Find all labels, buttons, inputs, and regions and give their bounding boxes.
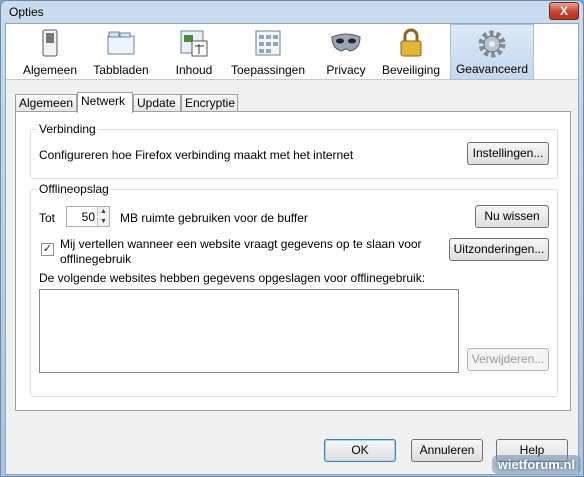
connection-group: Verbinding Configureren hoe Firefox verb… [30,122,558,179]
connection-legend: Verbinding [37,122,98,136]
mask-icon [331,33,361,52]
connection-settings-button[interactable]: Instellingen... [467,142,549,165]
cache-size-stepper[interactable]: 50 ▲ ▼ [66,206,110,227]
pane-toolbar: Algemeen Tabbladen Inhoud Toepassingen P… [6,24,578,80]
cache-prefix: Tot [39,211,56,225]
connection-description: Configureren hoe Firefox verbinding maak… [39,148,354,162]
pane-beveiliging[interactable]: Beveiliging [378,24,444,80]
offline-legend: Offlineopslag [37,182,111,196]
cache-size-value: 50 [81,210,95,224]
remove-button[interactable]: Verwijderen... [467,348,549,371]
pane-label: Privacy [326,63,366,77]
tab-encryptie[interactable]: Encryptie [181,94,238,112]
title-bar[interactable]: Opties X [1,1,583,23]
notify-label-line2: offlinegebruik [60,252,132,266]
options-window: Opties X Algemeen Tabbladen Inhoud Toepa… [0,0,584,477]
notify-offline-checkbox[interactable]: ✓ [41,243,54,256]
window-title: Opties [9,5,44,19]
pane-inhoud[interactable]: Inhoud [164,24,224,80]
offline-list-label: De volgende websites hebben gegevens opg… [39,271,426,285]
pane-label: Beveiliging [381,63,441,77]
pane-geavanceerd[interactable]: Geavanceerd [450,24,534,80]
pane-tabbladen[interactable]: Tabbladen [86,24,156,80]
netwerk-panel: Verbinding Configureren hoe Firefox verb… [15,111,571,411]
watermark-text: wietforum.nl [491,455,581,474]
lock-icon [400,28,422,57]
ok-button[interactable]: OK [324,439,396,462]
pane-label: Tabbladen [93,63,149,77]
clear-cache-button[interactable]: Nu wissen [475,205,549,228]
pane-label: Algemeen [22,63,78,77]
switch-icon [42,29,58,57]
tab-algemeen[interactable]: Algemeen [15,94,77,112]
spin-up-icon[interactable]: ▲ [97,207,109,216]
content-icon [180,30,208,57]
pane-privacy[interactable]: Privacy [318,24,374,80]
applications-icon [255,30,281,56]
spin-down-icon[interactable]: ▼ [97,217,109,226]
pane-label: Geavanceerd [455,62,529,76]
tab-netwerk[interactable]: Netwerk [77,92,133,113]
gear-icon [478,30,506,58]
dialog-client: Algemeen Tabbladen Inhoud Toepassingen P… [5,23,579,475]
cancel-button[interactable]: Annuleren [411,439,483,462]
notify-label-line1: Mij vertellen wanneer een website vraagt… [60,237,422,251]
pane-algemeen[interactable]: Algemeen [20,24,80,80]
close-button[interactable]: X [549,2,579,20]
pane-label: Inhoud [175,63,213,77]
exceptions-button[interactable]: Uitzonderingen... [449,238,549,261]
tabs-icon [107,31,135,55]
offline-sites-list[interactable] [39,289,459,373]
cache-suffix: MB ruimte gebruiken voor de buffer [120,211,308,225]
pane-label: Toepassingen [230,63,306,77]
offline-storage-group: Offlineopslag Tot 50 ▲ ▼ MB ruimte gebru… [30,182,558,397]
tab-update[interactable]: Update [133,94,181,112]
pane-toepassingen[interactable]: Toepassingen [228,24,308,80]
